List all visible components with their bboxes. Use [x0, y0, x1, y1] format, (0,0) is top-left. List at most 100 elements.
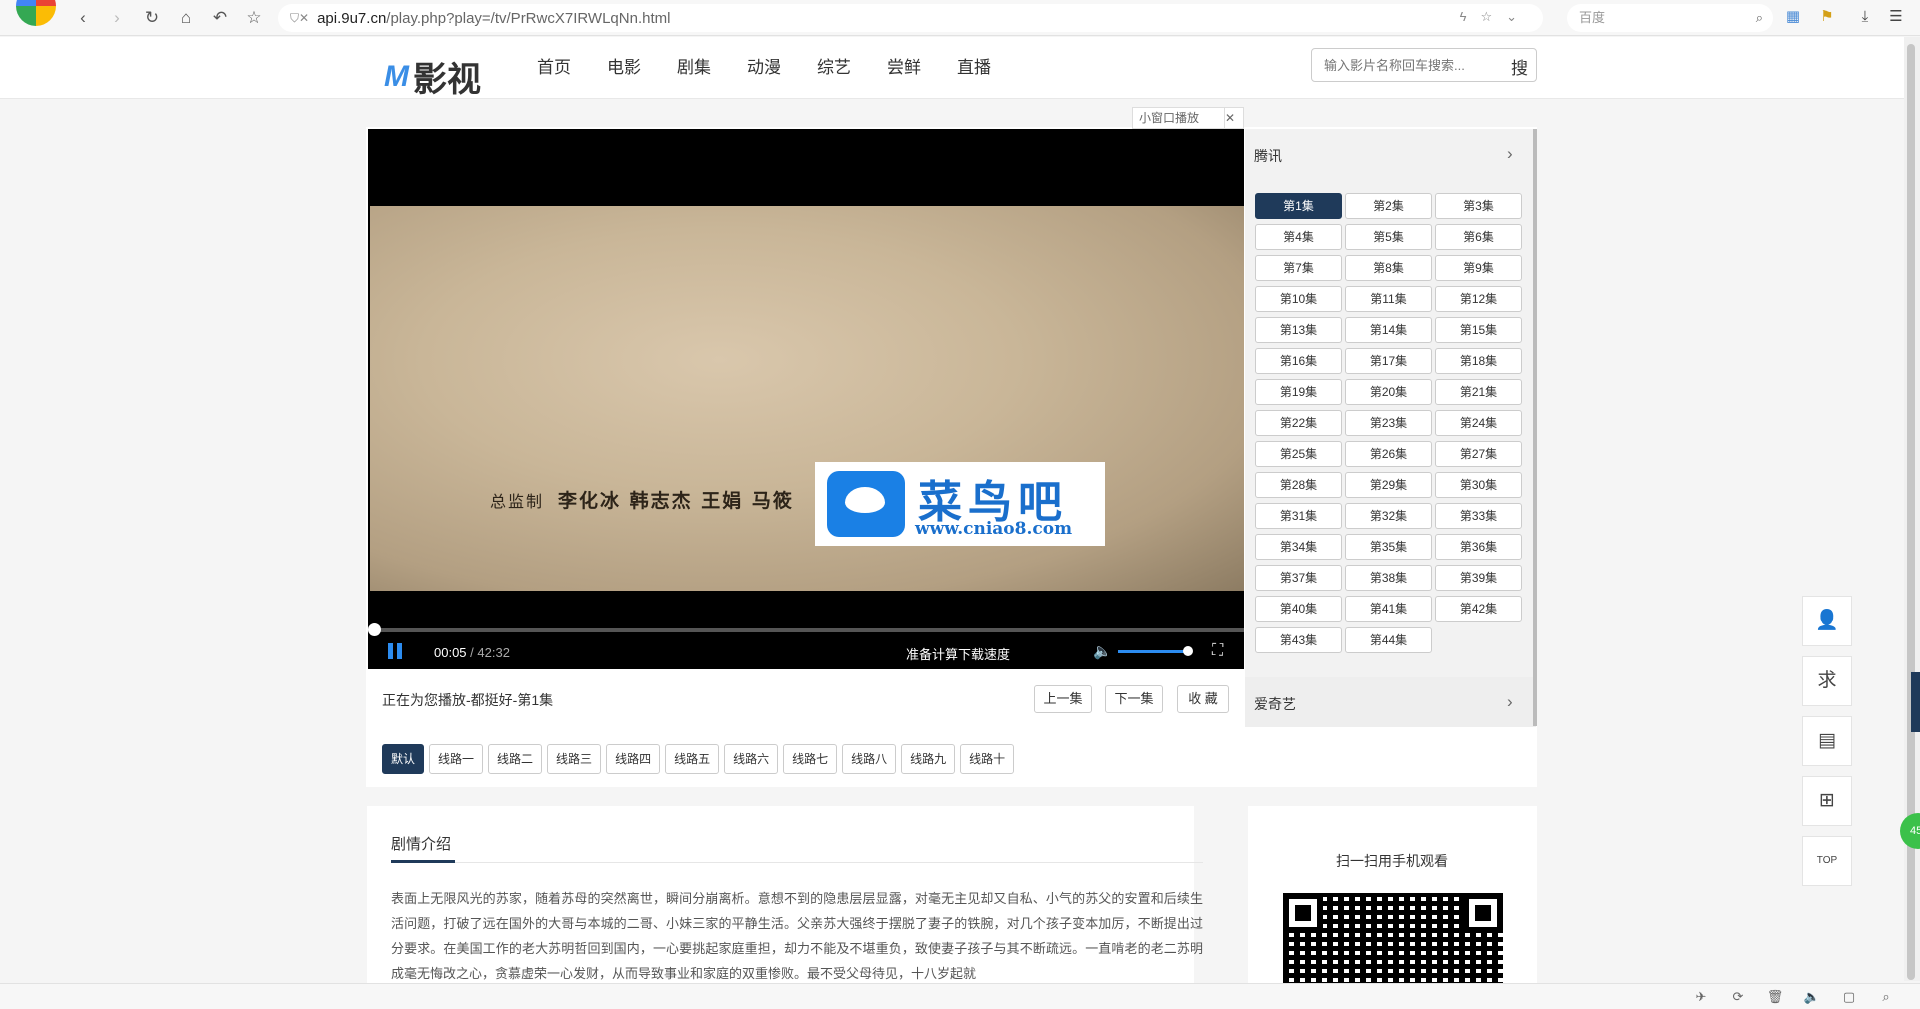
- episode-button[interactable]: 第1集: [1255, 193, 1342, 219]
- episode-button[interactable]: 第11集: [1345, 286, 1432, 312]
- source-tencent[interactable]: 腾讯: [1254, 146, 1282, 166]
- nav-variety[interactable]: 综艺: [817, 57, 851, 79]
- side-tab[interactable]: [1911, 672, 1920, 732]
- address-actions-icon[interactable]: ϟ☆⌄: [1460, 9, 1531, 25]
- episode-button[interactable]: 第18集: [1435, 348, 1522, 374]
- volume-handle[interactable]: [1183, 646, 1193, 656]
- episode-button[interactable]: 第9集: [1435, 255, 1522, 281]
- chevron-right-icon[interactable]: ›: [1507, 144, 1513, 164]
- episode-button[interactable]: 第39集: [1435, 565, 1522, 591]
- episode-button[interactable]: 第37集: [1255, 565, 1342, 591]
- episode-button[interactable]: 第28集: [1255, 472, 1342, 498]
- nav-live[interactable]: 直播: [957, 57, 991, 79]
- window-icon[interactable]: ▢: [1840, 989, 1858, 1005]
- episode-button[interactable]: 第38集: [1345, 565, 1432, 591]
- episode-button[interactable]: 第33集: [1435, 503, 1522, 529]
- intro-tab[interactable]: 剧情介绍: [391, 833, 451, 854]
- back-to-top-button[interactable]: TOP: [1802, 836, 1852, 886]
- search-icon[interactable]: ⌕: [1756, 4, 1763, 32]
- address-bar[interactable]: ⛉✕ api.9u7.cn /play.php?play=/tv/PrRwcX7…: [278, 4, 1543, 32]
- episode-button[interactable]: 第10集: [1255, 286, 1342, 312]
- site-search-input[interactable]: [1312, 49, 1502, 81]
- browser-search-box[interactable]: 百度 ⌕: [1567, 4, 1773, 32]
- home-icon[interactable]: ⌂: [175, 7, 197, 29]
- episode-button[interactable]: 第41集: [1345, 596, 1432, 622]
- line-5[interactable]: 线路五: [665, 744, 720, 774]
- floating-badge[interactable]: 45: [1900, 813, 1920, 849]
- user-icon[interactable]: 👤: [1802, 596, 1852, 646]
- volume-slider[interactable]: [1118, 650, 1188, 653]
- volume-icon[interactable]: 🔈: [1093, 642, 1112, 660]
- nav-series[interactable]: 剧集: [677, 57, 711, 79]
- site-logo[interactable]: M 影视: [384, 52, 481, 101]
- sound-icon[interactable]: 🔈: [1803, 989, 1821, 1005]
- episode-button[interactable]: 第32集: [1345, 503, 1432, 529]
- episode-button[interactable]: 第12集: [1435, 286, 1522, 312]
- episode-button[interactable]: 第13集: [1255, 317, 1342, 343]
- line-1[interactable]: 线路一: [429, 744, 484, 774]
- episode-button[interactable]: 第2集: [1345, 193, 1432, 219]
- trash-icon[interactable]: 🗑: [1766, 989, 1784, 1005]
- episode-button[interactable]: 第4集: [1255, 224, 1342, 250]
- episode-button[interactable]: 第25集: [1255, 441, 1342, 467]
- episode-button[interactable]: 第22集: [1255, 410, 1342, 436]
- episode-button[interactable]: 第19集: [1255, 379, 1342, 405]
- menu-icon[interactable]: ☰: [1886, 7, 1906, 27]
- apps-grid-icon[interactable]: ▦: [1783, 7, 1803, 27]
- episode-button[interactable]: 第31集: [1255, 503, 1342, 529]
- refresh-icon[interactable]: ⟳: [1729, 989, 1747, 1005]
- line-2[interactable]: 线路二: [488, 744, 543, 774]
- episode-button[interactable]: 第43集: [1255, 627, 1342, 653]
- site-search-button[interactable]: 搜: [1511, 54, 1528, 79]
- back-icon[interactable]: ‹: [72, 7, 94, 29]
- fullscreen-icon[interactable]: ⛶: [1212, 642, 1223, 660]
- episode-button[interactable]: 第17集: [1345, 348, 1432, 374]
- episode-button[interactable]: 第44集: [1345, 627, 1432, 653]
- episode-button[interactable]: 第20集: [1345, 379, 1432, 405]
- episode-button[interactable]: 第14集: [1345, 317, 1432, 343]
- next-episode-button[interactable]: 下一集: [1105, 685, 1163, 713]
- episode-button[interactable]: 第23集: [1345, 410, 1432, 436]
- line-10[interactable]: 线路十: [960, 744, 1015, 774]
- prev-episode-button[interactable]: 上一集: [1034, 685, 1092, 713]
- qr-icon[interactable]: ⊞: [1802, 776, 1852, 826]
- episode-button[interactable]: 第40集: [1255, 596, 1342, 622]
- line-default[interactable]: 默认: [382, 744, 425, 774]
- bookmark-star-icon[interactable]: ☆: [243, 7, 265, 29]
- episode-button[interactable]: 第30集: [1435, 472, 1522, 498]
- line-7[interactable]: 线路七: [783, 744, 838, 774]
- episode-button[interactable]: 第34集: [1255, 534, 1342, 560]
- line-8[interactable]: 线路八: [842, 744, 897, 774]
- mini-close-icon[interactable]: ✕: [1224, 107, 1244, 129]
- history-icon[interactable]: ▤: [1802, 716, 1852, 766]
- nav-movie[interactable]: 电影: [607, 57, 641, 79]
- line-6[interactable]: 线路六: [724, 744, 779, 774]
- episode-button[interactable]: 第26集: [1345, 441, 1432, 467]
- episode-button[interactable]: 第35集: [1345, 534, 1432, 560]
- episode-button[interactable]: 第16集: [1255, 348, 1342, 374]
- request-button[interactable]: 求: [1802, 656, 1852, 706]
- reload-icon[interactable]: ↻: [141, 7, 163, 29]
- chevron-right-icon[interactable]: ›: [1507, 692, 1513, 712]
- episode-button[interactable]: 第21集: [1435, 379, 1522, 405]
- line-9[interactable]: 线路九: [901, 744, 956, 774]
- video-frame[interactable]: [370, 206, 1244, 591]
- episode-button[interactable]: 第29集: [1345, 472, 1432, 498]
- download-icon[interactable]: ⤓: [1855, 7, 1875, 27]
- episode-button[interactable]: 第24集: [1435, 410, 1522, 436]
- pause-icon[interactable]: [388, 643, 404, 659]
- nav-home[interactable]: 首页: [537, 57, 571, 79]
- extension-icon[interactable]: ⚑: [1817, 7, 1837, 27]
- favorite-button[interactable]: 收 藏: [1177, 685, 1229, 713]
- line-3[interactable]: 线路三: [547, 744, 602, 774]
- nav-anime[interactable]: 动漫: [747, 57, 781, 79]
- episode-button[interactable]: 第8集: [1345, 255, 1432, 281]
- progress-handle[interactable]: [368, 623, 381, 636]
- nav-preview[interactable]: 尝鲜: [887, 57, 921, 79]
- episode-button[interactable]: 第5集: [1345, 224, 1432, 250]
- browser-logo-icon[interactable]: [16, 0, 56, 26]
- forward-icon[interactable]: ›: [106, 7, 128, 29]
- episode-button[interactable]: 第27集: [1435, 441, 1522, 467]
- source-iqiyi[interactable]: 爱奇艺: [1254, 694, 1296, 714]
- undo-close-icon[interactable]: ↶: [209, 7, 231, 29]
